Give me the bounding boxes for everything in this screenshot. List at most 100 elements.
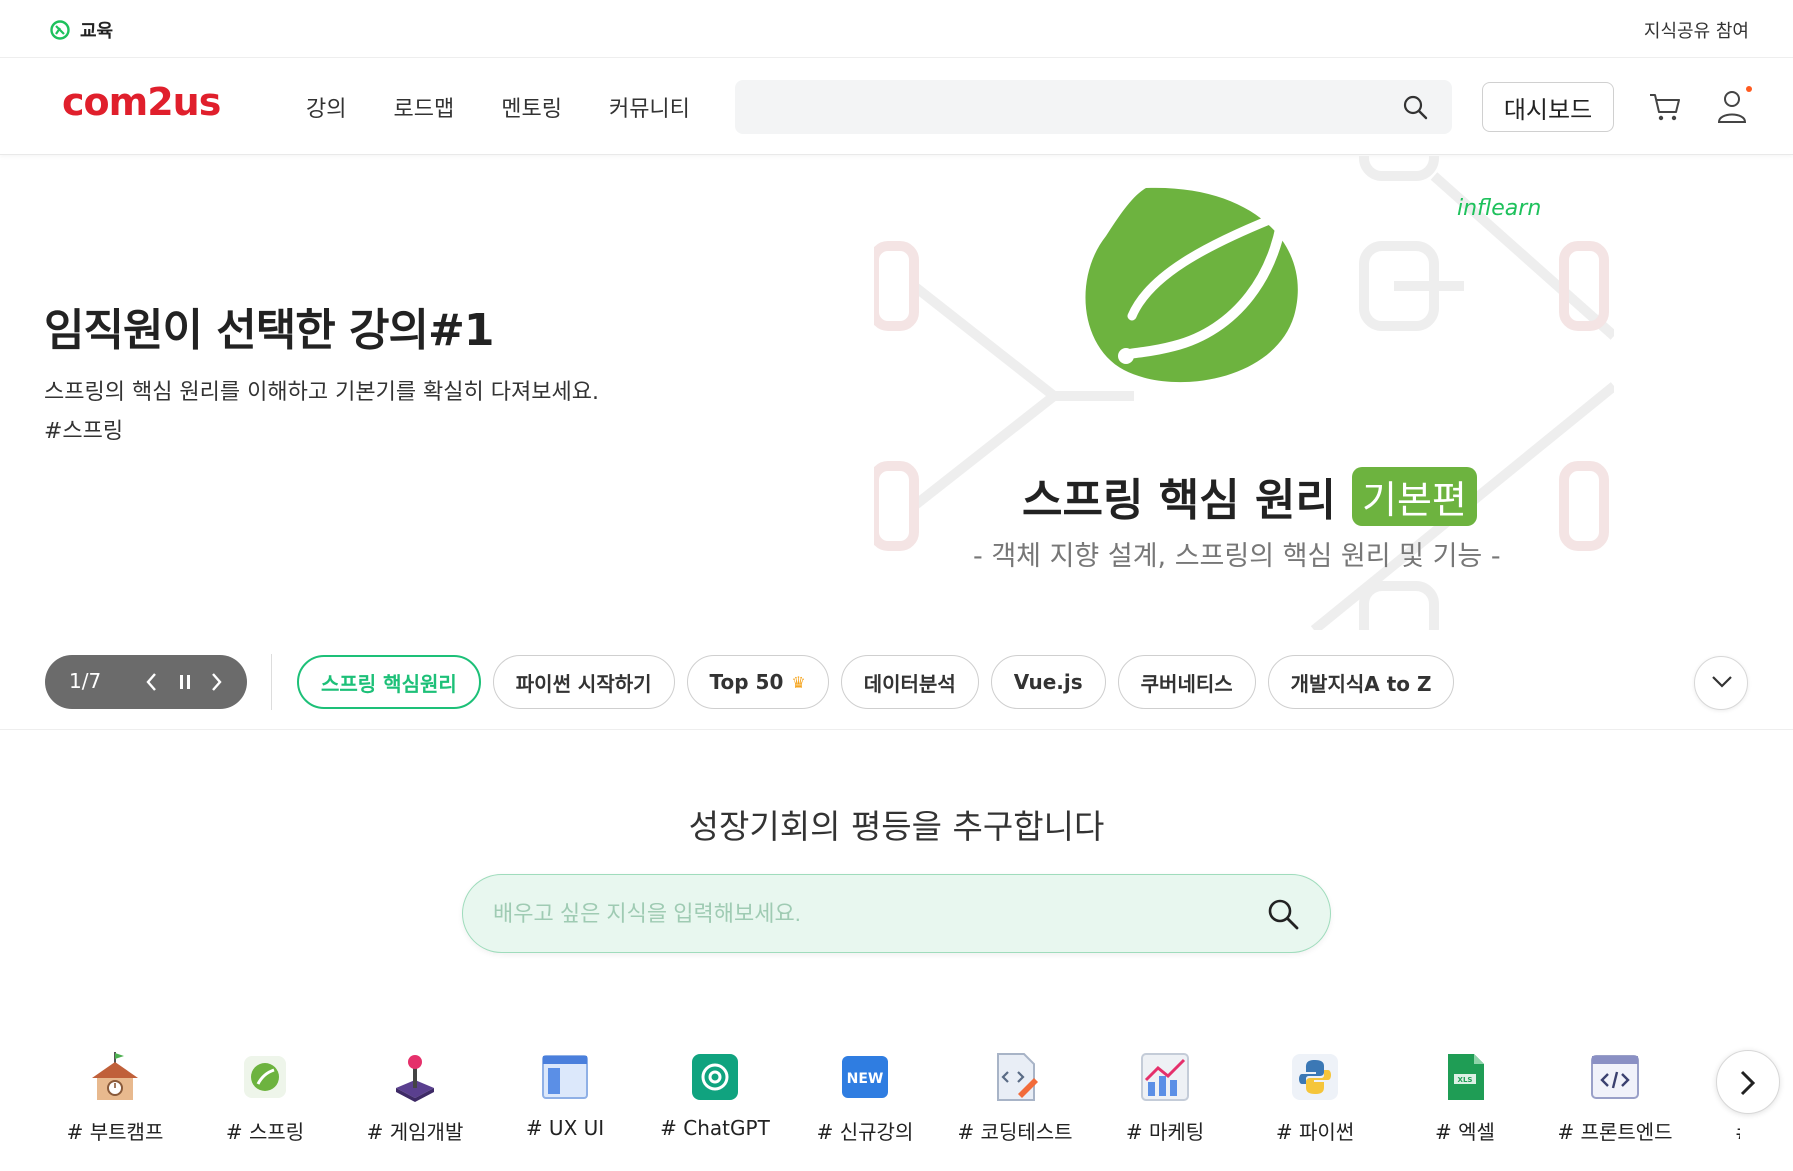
category-chatgpt[interactable]: # ChatGPT	[640, 1050, 790, 1140]
hero-art-badge: 기본편	[1352, 466, 1477, 526]
chip-label: 데이터분석	[863, 671, 956, 696]
main-nav: 강의 로드맵 멘토링 커뮤니티	[306, 91, 690, 123]
category-label: # 스프링	[225, 1120, 305, 1144]
crown-icon: ♛	[791, 672, 806, 692]
nav-item-courses[interactable]: 강의	[306, 91, 346, 123]
edu-label: 교육	[80, 21, 114, 42]
chip-dev-knowledge[interactable]: 개발지식A to Z	[1267, 655, 1455, 709]
main-header: com2us 강의 로드맵 멘토링 커뮤니티 대시보드	[0, 58, 1793, 155]
excel-file-icon: XLS	[1448, 1054, 1484, 1100]
cart-icon[interactable]	[1648, 90, 1682, 124]
next-slide-icon[interactable]	[211, 672, 223, 692]
category-game-dev[interactable]: # 게임개발	[340, 1050, 490, 1145]
expand-chips-button[interactable]	[1694, 656, 1748, 710]
category-next-button[interactable]	[1716, 1050, 1780, 1114]
carousel-pager: 1/7	[45, 655, 247, 709]
category-bootcamp[interactable]: # 부트캠프	[40, 1050, 190, 1145]
category-python[interactable]: # 파이썬	[1240, 1050, 1390, 1145]
growth-chart-icon	[1141, 1053, 1189, 1101]
topic-chips: 스프링 핵심원리 파이썬 시작하기 Top 50 ♛ 데이터분석 Vue.js 쿠…	[297, 655, 1455, 709]
chevron-down-icon	[1712, 676, 1732, 688]
hero-art-title: 스프링 핵심 원리 기본편	[1022, 464, 1477, 528]
main-search-bar	[462, 874, 1331, 953]
chip-python-start[interactable]: 파이썬 시작하기	[492, 655, 675, 709]
category-coding-test[interactable]: # 코딩테스트	[940, 1050, 1090, 1145]
search-icon[interactable]	[1402, 94, 1428, 120]
hero-subtitle: 스프링의 핵심 원리를 이해하고 기본기를 확실히 다져보세요.	[44, 380, 599, 405]
category-ux-ui[interactable]: # UX UI	[490, 1050, 640, 1140]
prev-slide-icon[interactable]	[145, 672, 157, 692]
notification-dot	[1746, 86, 1752, 92]
chip-spring-core[interactable]: 스프링 핵심원리	[297, 655, 481, 709]
chip-kubernetes[interactable]: 쿠버네티스	[1117, 655, 1256, 709]
chevron-right-icon	[1740, 1070, 1756, 1096]
header-search-bar	[735, 80, 1452, 134]
category-label: # ChatGPT	[660, 1116, 770, 1140]
category-marketing[interactable]: # 마케팅	[1090, 1050, 1240, 1145]
hero-banner[interactable]: 임직원이 선택한 강의#1 스프링의 핵심 원리를 이해하고 기본기를 확실히 …	[0, 156, 1793, 630]
knowledge-share-link[interactable]: 지식공유 참여	[1644, 17, 1749, 43]
category-shortcuts: # 부트캠프 # 스프링 # 게임개발 # UX UI # ChatGPT NE…	[40, 1050, 1740, 1171]
category-frontend[interactable]: # 프론트엔드	[1540, 1050, 1690, 1145]
category-label: # UX UI	[525, 1116, 605, 1140]
chip-label: 개발지식A to Z	[1290, 671, 1432, 696]
python-icon	[1292, 1054, 1338, 1100]
spring-leaf-icon	[244, 1056, 286, 1098]
hero-tag: #스프링	[44, 419, 124, 444]
category-label: # 엑셀	[1435, 1120, 1495, 1144]
svg-text:XLS: XLS	[1458, 1076, 1473, 1084]
slide-counter: 1/7	[69, 669, 102, 693]
category-excel[interactable]: XLS # 엑셀	[1390, 1050, 1540, 1145]
chip-label: Top 50	[709, 670, 784, 694]
com2us-logo-mark: com2us	[62, 80, 221, 124]
nav-item-community[interactable]: 커뮤니티	[609, 91, 690, 123]
controls-divider	[271, 654, 272, 710]
code-document-icon	[997, 1053, 1038, 1101]
nav-item-mentoring[interactable]: 멘토링	[501, 91, 562, 123]
category-label: # 신규강의	[816, 1120, 914, 1144]
category-label: # 프론트엔드	[1557, 1120, 1673, 1144]
chip-label: 쿠버네티스	[1140, 671, 1233, 696]
header-search-input[interactable]	[753, 92, 1373, 122]
spring-logo	[1085, 187, 1298, 383]
category-label: # 코딩테스트	[957, 1120, 1073, 1144]
category-label: # 파이썬	[1275, 1120, 1355, 1144]
window-layout-icon	[542, 1055, 588, 1099]
category-label: # 게임개발	[366, 1120, 464, 1144]
top-utility-bar: 교육 지식공유 참여	[0, 0, 1793, 58]
carousel-controls: 1/7 스프링 핵심원리 파이썬 시작하기 Top 50 ♛ 데이터분석 Vue.…	[0, 630, 1793, 730]
joystick-icon	[396, 1055, 434, 1102]
chip-top50[interactable]: Top 50 ♛	[686, 655, 829, 709]
category-label: # 데브	[1690, 1116, 1740, 1145]
chip-label: 파이썬 시작하기	[515, 671, 652, 696]
chip-label: 스프링 핵심원리	[321, 671, 457, 696]
chip-label: Vue.js	[1013, 670, 1083, 694]
inflearn-brand: inflearn	[1457, 196, 1542, 221]
user-icon	[1717, 91, 1747, 123]
hero-art-subtitle: - 객체 지향 설계, 스프링의 핵심 원리 및 기능 -	[973, 541, 1501, 572]
svg-text:NEW: NEW	[847, 1071, 884, 1087]
chatgpt-icon	[692, 1054, 738, 1100]
com2us-logo[interactable]: com2us	[62, 80, 222, 134]
hero-title: 임직원이 선택한 강의#1	[44, 305, 494, 356]
school-house-icon	[92, 1052, 138, 1100]
category-label: # 마케팅	[1125, 1120, 1205, 1144]
category-label: # 부트캠프	[66, 1120, 164, 1144]
edu-link[interactable]: 교육	[49, 17, 113, 43]
inflearn-logo-icon	[50, 20, 70, 40]
hero-art-title-text: 스프링 핵심 원리	[1022, 475, 1336, 526]
search-icon[interactable]	[1266, 897, 1300, 931]
dashboard-button[interactable]: 대시보드	[1482, 82, 1614, 132]
chip-data-analysis[interactable]: 데이터분석	[840, 655, 979, 709]
nav-item-roadmap[interactable]: 로드맵	[393, 91, 454, 123]
code-window-icon	[1591, 1055, 1639, 1099]
pause-icon[interactable]	[179, 673, 191, 691]
category-spring[interactable]: # 스프링	[190, 1050, 340, 1145]
mission-statement: 성장기회의 평등을 추구합니다	[688, 807, 1105, 846]
main-search-input[interactable]	[493, 897, 1233, 931]
user-menu[interactable]	[1716, 86, 1752, 124]
logo-text-com: com2us	[62, 82, 220, 122]
new-badge-icon: NEW	[842, 1056, 888, 1098]
category-new-courses[interactable]: NEW # 신규강의	[790, 1050, 940, 1145]
chip-vuejs[interactable]: Vue.js	[990, 655, 1106, 709]
